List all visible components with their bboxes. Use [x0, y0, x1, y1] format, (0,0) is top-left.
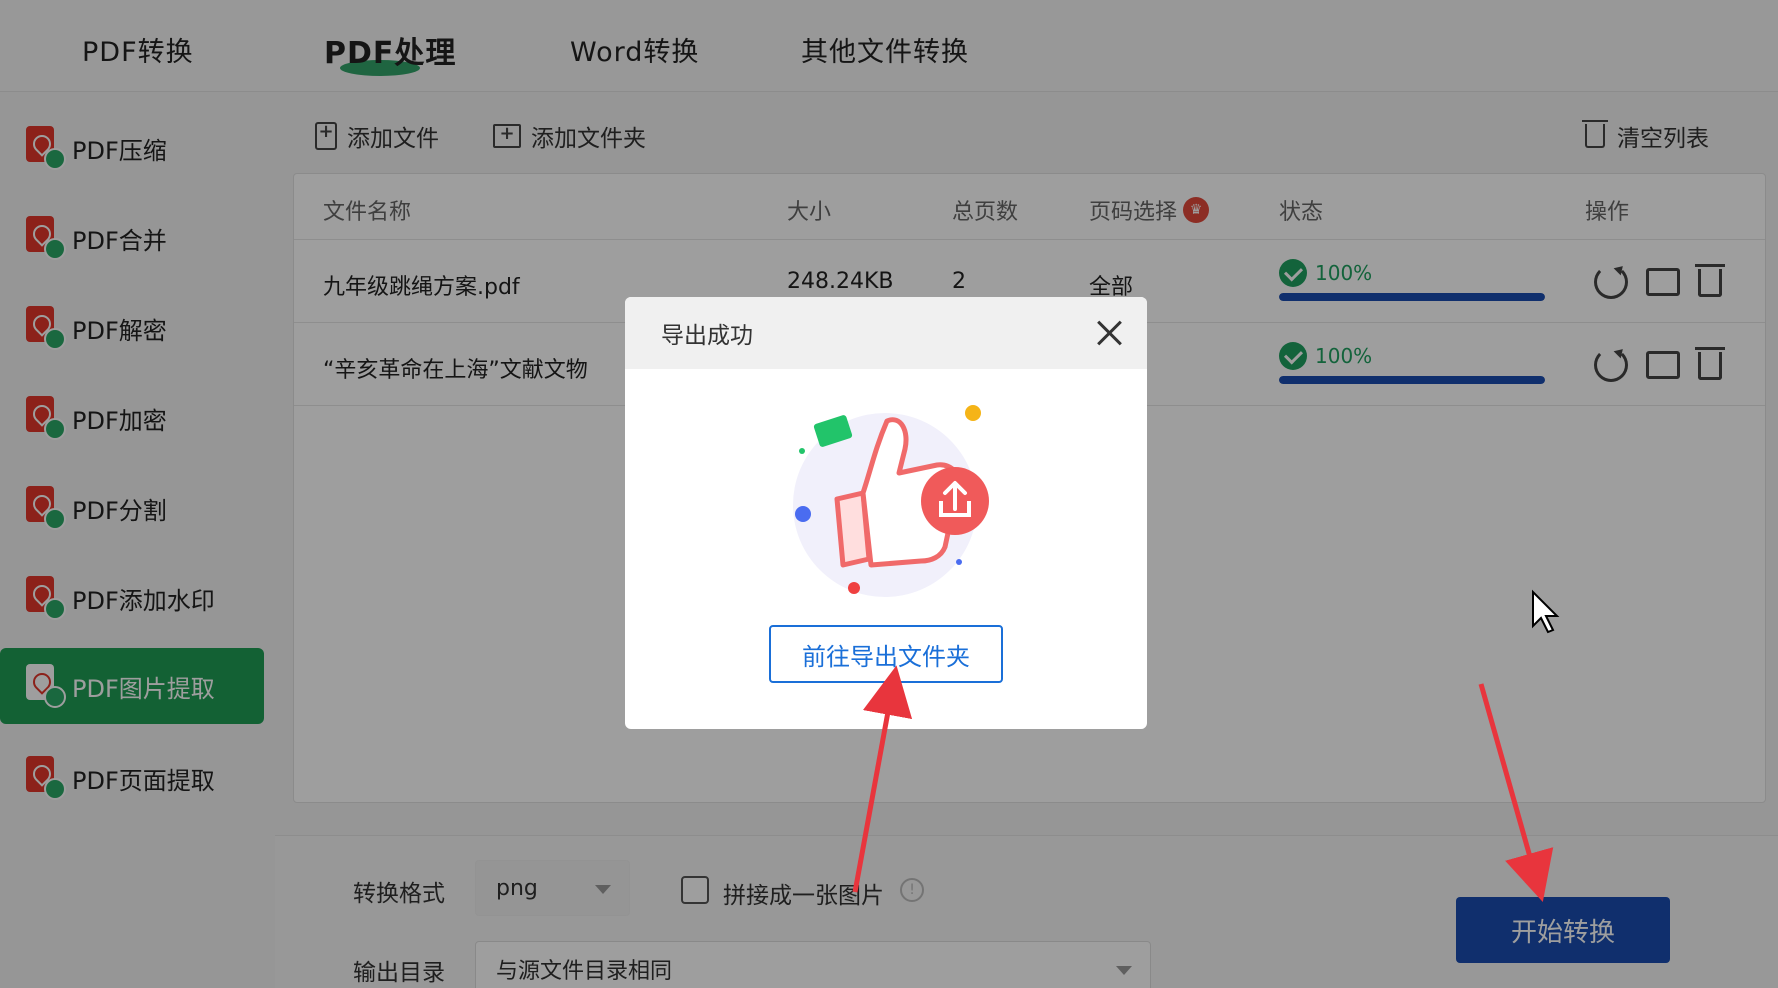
thumbs-up-illustration	[793, 405, 989, 597]
dialog-header: 导出成功	[625, 297, 1147, 369]
dot-yellow	[965, 405, 981, 421]
dot-green	[799, 448, 805, 454]
dot-small-blue	[956, 559, 962, 565]
share-icon	[921, 467, 989, 535]
open-export-folder-button[interactable]: 前往导出文件夹	[769, 625, 1003, 683]
export-success-dialog: 导出成功 前往导出文件夹	[625, 297, 1147, 729]
close-icon[interactable]	[1093, 317, 1125, 349]
dot-blue	[795, 506, 811, 522]
dot-red	[848, 582, 860, 594]
dialog-title: 导出成功	[661, 323, 753, 349]
